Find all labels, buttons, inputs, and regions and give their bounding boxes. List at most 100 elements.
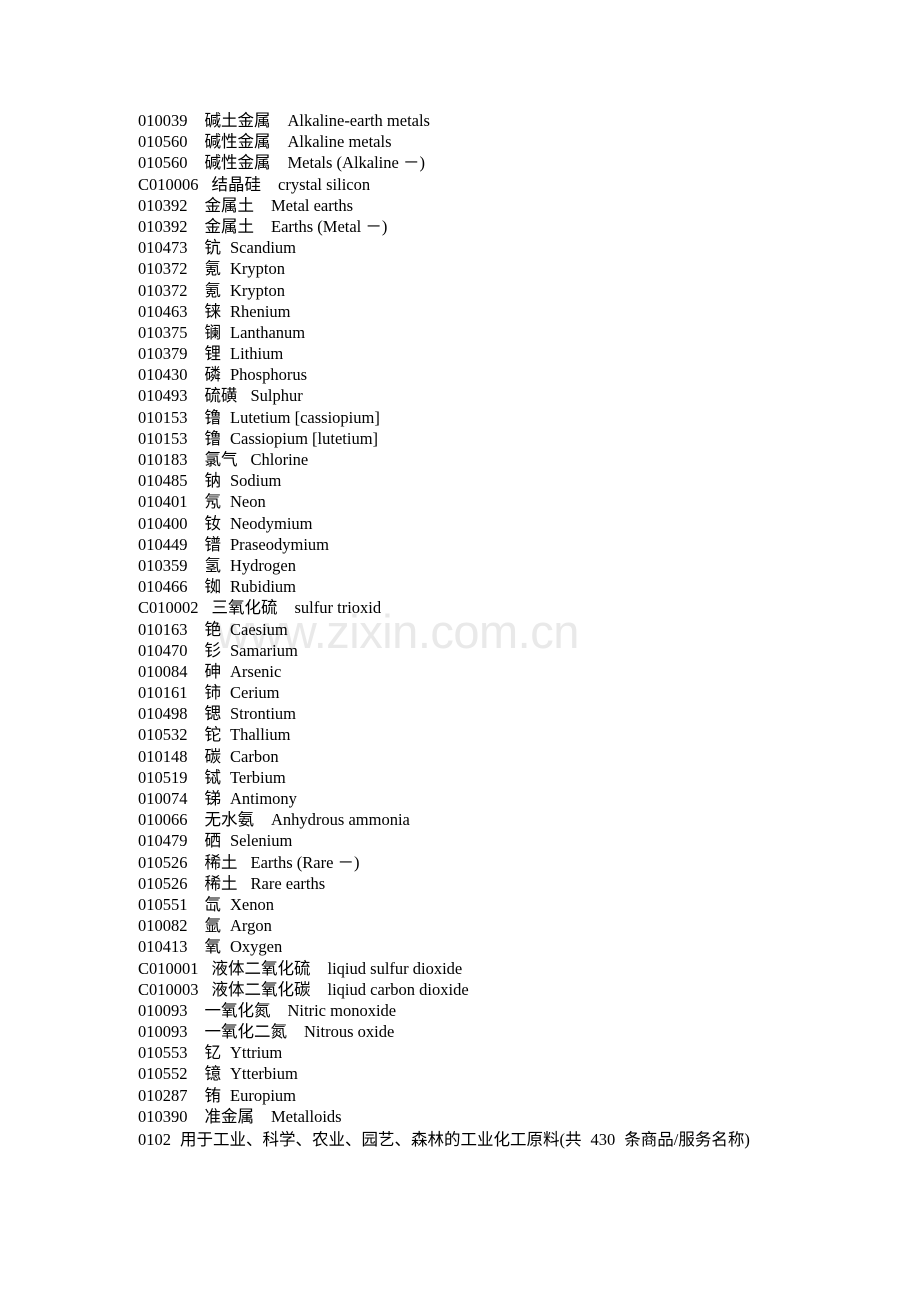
entry-name-cn: 铷 xyxy=(204,577,222,597)
entry-name-en: Metals (Alkaline －) xyxy=(287,153,425,173)
entry-name-en: liqiud carbon dioxide xyxy=(327,979,469,999)
entry-code: 010479 xyxy=(138,831,188,851)
entry-name-cn: 一氧化氮 xyxy=(204,1000,271,1020)
entry-name-en: Oxygen xyxy=(230,937,283,957)
entry-row: 010093 一氧化氮 Nitric monoxide xyxy=(138,1000,878,1021)
entry-row: C010006 结晶硅 crystal silicon xyxy=(138,174,878,195)
entry-name-cn: 氪 xyxy=(204,259,222,279)
entry-name-cn: 铼 xyxy=(204,301,222,321)
category-item-count: 430 xyxy=(590,1130,616,1149)
category-code: 0102 xyxy=(138,1130,171,1149)
entry-name-cn: 铊 xyxy=(204,725,222,745)
entry-name-cn: 镥 xyxy=(204,428,222,448)
entry-code: 010392 xyxy=(138,216,188,236)
entry-row: 010553 钇 Yttrium xyxy=(138,1042,878,1063)
entry-code: 010485 xyxy=(138,471,188,491)
entry-name-en: Selenium xyxy=(230,831,293,851)
entry-row: 010153 镥 Cassiopium [lutetium] xyxy=(138,428,878,449)
entry-name-en: Rhenium xyxy=(230,301,291,321)
entry-name-cn: 氙 xyxy=(204,894,222,914)
entry-row: 010560 碱性金属 Metals (Alkaline －) xyxy=(138,152,878,173)
entry-name-en: Lutetium [cassiopium] xyxy=(230,407,380,427)
entry-name-en: Arsenic xyxy=(230,661,282,681)
entry-name-en: Metal earths xyxy=(271,195,354,215)
entry-name-cn: 氩 xyxy=(204,916,222,936)
entry-name-en: Earths (Metal －) xyxy=(271,216,388,236)
entry-code: 010392 xyxy=(138,195,188,215)
entry-name-cn: 锑 xyxy=(204,789,222,808)
entry-name-cn: 镨 xyxy=(204,534,222,554)
entry-row: 010392 金属土 Earths (Metal －) xyxy=(138,216,878,237)
category-count-suffix: 条商品/服务名称) xyxy=(624,1130,750,1149)
entry-code: 010526 xyxy=(138,852,188,872)
entry-code: 010519 xyxy=(138,767,188,787)
entry-name-en: sulfur trioxid xyxy=(294,598,382,618)
entry-name-cn: 结晶硅 xyxy=(211,174,262,194)
entry-name-cn: 铈 xyxy=(204,683,222,703)
entry-name-en: Ytterbium xyxy=(230,1064,298,1084)
entry-code: 010082 xyxy=(138,916,188,936)
entry-name-cn: 稀土 xyxy=(204,873,238,893)
entry-row: 010526 稀土 Rare earths xyxy=(138,873,878,894)
entry-row: 010493 硫磺 Sulphur xyxy=(138,385,878,406)
entry-name-cn: 氖 xyxy=(204,492,222,512)
entry-code: 010390 xyxy=(138,1106,188,1126)
entry-name-cn: 金属土 xyxy=(204,195,255,215)
entry-name-cn: 镥 xyxy=(204,407,222,427)
entry-name-cn: 铕 xyxy=(204,1085,222,1105)
category-description: 用于工业、科学、农业、园艺、森林的工业化工原料(共 xyxy=(180,1130,582,1149)
entry-name-cn: 镧 xyxy=(204,322,222,342)
entry-name-en: Antimony xyxy=(230,789,297,808)
entry-row: 010375 镧 Lanthanum xyxy=(138,322,878,343)
entry-row: C010001 液体二氧化硫 liqiud sulfur dioxide xyxy=(138,958,878,979)
entry-code: C010001 xyxy=(138,958,199,978)
entry-name-en: Krypton xyxy=(230,259,285,279)
entry-row: 010470 钐 Samarium xyxy=(138,640,878,661)
entry-name-cn: 无水氨 xyxy=(204,810,255,830)
entry-name-cn: 氧 xyxy=(204,937,222,957)
document-page: www.zixin.com.cn 010039 碱土金属 Alkaline-eart… xyxy=(0,0,920,1302)
entry-row: 010479 硒 Selenium xyxy=(138,830,878,851)
entry-name-cn: 钪 xyxy=(204,238,222,258)
entry-row: 010161 铈 Cerium xyxy=(138,682,878,703)
entry-code: 010473 xyxy=(138,238,188,258)
entry-row: 010551 氙 Xenon xyxy=(138,894,878,915)
entry-row: 010084 砷 Arsenic xyxy=(138,661,878,682)
entry-row: 010401 氖 Neon xyxy=(138,491,878,512)
entry-code: 010463 xyxy=(138,301,188,321)
entry-name-cn: 氯气 xyxy=(204,450,238,469)
entry-name-en: Sulphur xyxy=(250,386,303,406)
entry-name-en: Thallium xyxy=(230,725,291,745)
entry-code: C010006 xyxy=(138,174,199,194)
entry-code: 010161 xyxy=(138,683,188,703)
entry-row: 010463 铼 Rhenium xyxy=(138,301,878,322)
entry-code: 010532 xyxy=(138,725,188,745)
entry-row: 010473 钪 Scandium xyxy=(138,237,878,258)
entry-name-cn: 硫磺 xyxy=(204,386,238,406)
entry-row: 010372 氪 Krypton xyxy=(138,258,878,279)
entry-row: 010093 一氧化二氮 Nitrous oxide xyxy=(138,1021,878,1042)
entry-name-cn: 钕 xyxy=(204,513,222,533)
entry-name-en: Sodium xyxy=(230,471,282,491)
entry-name-cn: 钇 xyxy=(204,1043,222,1063)
entry-code: 010084 xyxy=(138,661,188,681)
entry-name-cn: 钠 xyxy=(204,471,222,491)
entry-code: 010153 xyxy=(138,407,188,427)
entry-name-cn: 准金属 xyxy=(204,1106,255,1126)
entry-name-en: Metalloids xyxy=(271,1106,342,1126)
entry-code: 010498 xyxy=(138,704,188,724)
entry-code: 010413 xyxy=(138,937,188,957)
entry-name-en: Praseodymium xyxy=(230,534,329,554)
entry-row: 010560 碱性金属 Alkaline metals xyxy=(138,131,878,152)
entry-name-cn: 三氧化硫 xyxy=(211,598,278,618)
entry-list: 010039 碱土金属 Alkaline-earth metals 010560 碱性金… xyxy=(138,110,878,1151)
entry-name-cn: 稀土 xyxy=(204,852,238,872)
entry-name-en: Krypton xyxy=(230,280,285,300)
entry-name-en: Lithium xyxy=(230,344,284,364)
entry-row: 010066 无水氨 Anhydrous ammonia xyxy=(138,809,878,830)
entry-row: 010466 铷 Rubidium xyxy=(138,576,878,597)
entry-row: 010552 镱 Ytterbium xyxy=(138,1063,878,1084)
entry-code: 010148 xyxy=(138,746,188,766)
entry-row: C010002 三氧化硫 sulfur trioxid xyxy=(138,597,878,618)
entry-row: 010526 稀土 Earths (Rare －) xyxy=(138,852,878,873)
